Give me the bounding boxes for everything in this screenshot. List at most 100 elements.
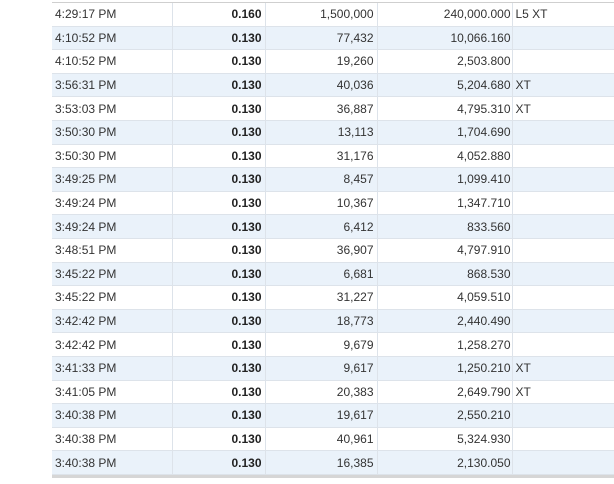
trade-time-cell: 3:45:22 PM — [52, 262, 173, 287]
trade-size-cell: 6,412 — [265, 214, 378, 239]
trade-condition-cell — [512, 144, 614, 169]
table-row: 4:29:17 PM 0.160 1,500,000 240,000.000 L5 XT — [52, 3, 614, 27]
trade-time-cell: 3:49:24 PM — [52, 214, 173, 239]
trade-size-cell: 31,227 — [265, 285, 378, 310]
trade-value-cell: 2,649.790 — [377, 380, 513, 405]
trade-price-cell: 0.130 — [172, 214, 266, 239]
trades-table-body: 4:29:17 PM 0.160 1,500,000 240,000.000 L5 XT… — [52, 3, 614, 475]
trade-price-cell: 0.130 — [172, 332, 266, 357]
trade-price-cell: 0.130 — [172, 309, 266, 334]
trade-size-cell: 18,773 — [265, 309, 378, 334]
trade-value-cell: 1,347.710 — [377, 191, 513, 216]
trade-size-cell: 19,617 — [265, 403, 378, 428]
trade-value-cell: 4,059.510 — [377, 285, 513, 310]
trade-value-cell: 4,052.880 — [377, 144, 513, 169]
trade-size-cell: 36,887 — [265, 96, 378, 121]
trade-condition-cell — [512, 214, 614, 239]
table-row: 3:42:42 PM 0.130 18,773 2,440.490 — [52, 309, 614, 334]
trade-size-cell: 40,961 — [265, 427, 378, 452]
table-row: 3:50:30 PM 0.130 13,113 1,704.690 — [52, 120, 614, 145]
trade-time-cell: 3:45:22 PM — [52, 285, 173, 310]
trade-size-cell: 77,432 — [265, 26, 378, 51]
table-row: 3:49:24 PM 0.130 10,367 1,347.710 — [52, 191, 614, 216]
trade-size-cell: 10,367 — [265, 191, 378, 216]
table-row: 3:45:22 PM 0.130 31,227 4,059.510 — [52, 285, 614, 310]
table-row: 3:40:38 PM 0.130 16,385 2,130.050 — [52, 450, 614, 475]
trades-table: 4:29:17 PM 0.160 1,500,000 240,000.000 L5 XT… — [52, 3, 614, 475]
trade-time-cell: 3:49:24 PM — [52, 191, 173, 216]
trades-table-container: 4:29:17 PM 0.160 1,500,000 240,000.000 L5 XT… — [52, 2, 614, 478]
trade-size-cell: 36,907 — [265, 238, 378, 263]
trade-price-cell: 0.130 — [172, 262, 266, 287]
trade-value-cell: 5,324.930 — [377, 427, 513, 452]
table-row: 3:45:22 PM 0.130 6,681 868.530 — [52, 262, 614, 287]
trade-condition-cell: XT — [512, 356, 614, 381]
trade-condition-cell — [512, 120, 614, 145]
trade-condition-cell — [512, 427, 614, 452]
trade-value-cell: 1,250.210 — [377, 356, 513, 381]
trade-size-cell: 6,681 — [265, 262, 378, 287]
trade-time-cell: 4:29:17 PM — [52, 3, 173, 27]
trade-value-cell: 1,099.410 — [377, 167, 513, 192]
trade-condition-cell — [512, 332, 614, 357]
trade-time-cell: 3:50:30 PM — [52, 144, 173, 169]
trade-price-cell: 0.130 — [172, 450, 266, 475]
trade-value-cell: 868.530 — [377, 262, 513, 287]
trade-condition-cell: L5 XT — [512, 3, 614, 27]
table-row: 3:48:51 PM 0.130 36,907 4,797.910 — [52, 238, 614, 263]
trade-time-cell: 3:42:42 PM — [52, 332, 173, 357]
trade-price-cell: 0.130 — [172, 144, 266, 169]
trade-value-cell: 4,797.910 — [377, 238, 513, 263]
trade-time-cell: 3:56:31 PM — [52, 73, 173, 98]
table-row: 3:53:03 PM 0.130 36,887 4,795.310 XT — [52, 96, 614, 121]
trade-price-cell: 0.130 — [172, 96, 266, 121]
trade-value-cell: 833.560 — [377, 214, 513, 239]
table-row: 3:41:05 PM 0.130 20,383 2,649.790 XT — [52, 380, 614, 405]
table-row: 3:50:30 PM 0.130 31,176 4,052.880 — [52, 144, 614, 169]
trade-condition-cell — [512, 450, 614, 475]
table-row: 3:40:38 PM 0.130 19,617 2,550.210 — [52, 403, 614, 428]
trade-price-cell: 0.130 — [172, 49, 266, 74]
trade-value-cell: 10,066.160 — [377, 26, 513, 51]
trade-time-cell: 3:40:38 PM — [52, 450, 173, 475]
trade-time-cell: 3:40:38 PM — [52, 427, 173, 452]
table-row: 3:56:31 PM 0.130 40,036 5,204.680 XT — [52, 73, 614, 98]
trade-size-cell: 19,260 — [265, 49, 378, 74]
trade-condition-cell: XT — [512, 380, 614, 405]
trade-condition-cell — [512, 403, 614, 428]
trade-price-cell: 0.130 — [172, 285, 266, 310]
trade-condition-cell: XT — [512, 73, 614, 98]
trade-time-cell: 3:49:25 PM — [52, 167, 173, 192]
trade-value-cell: 2,440.490 — [377, 309, 513, 334]
trade-value-cell: 5,204.680 — [377, 73, 513, 98]
trade-value-cell: 2,503.800 — [377, 49, 513, 74]
trade-size-cell: 9,617 — [265, 356, 378, 381]
table-row: 3:42:42 PM 0.130 9,679 1,258.270 — [52, 332, 614, 357]
trade-condition-cell — [512, 49, 614, 74]
table-row: 4:10:52 PM 0.130 77,432 10,066.160 — [52, 26, 614, 51]
trade-price-cell: 0.130 — [172, 380, 266, 405]
trade-condition-cell — [512, 238, 614, 263]
trade-size-cell: 31,176 — [265, 144, 378, 169]
trade-time-cell: 4:10:52 PM — [52, 49, 173, 74]
trade-condition-cell — [512, 262, 614, 287]
trade-price-cell: 0.130 — [172, 403, 266, 428]
trade-size-cell: 13,113 — [265, 120, 378, 145]
trade-condition-cell — [512, 191, 614, 216]
trade-value-cell: 4,795.310 — [377, 96, 513, 121]
trade-price-cell: 0.130 — [172, 238, 266, 263]
trade-price-cell: 0.130 — [172, 120, 266, 145]
trade-value-cell: 2,550.210 — [377, 403, 513, 428]
trade-time-cell: 3:41:05 PM — [52, 380, 173, 405]
trade-condition-cell — [512, 309, 614, 334]
trade-price-cell: 0.130 — [172, 167, 266, 192]
trade-size-cell: 40,036 — [265, 73, 378, 98]
trade-time-cell: 3:40:38 PM — [52, 403, 173, 428]
trade-size-cell: 9,679 — [265, 332, 378, 357]
trade-price-cell: 0.130 — [172, 356, 266, 381]
trade-condition-cell — [512, 26, 614, 51]
trade-condition-cell: XT — [512, 96, 614, 121]
trade-size-cell: 1,500,000 — [265, 3, 378, 27]
trade-value-cell: 1,258.270 — [377, 332, 513, 357]
trade-condition-cell — [512, 167, 614, 192]
